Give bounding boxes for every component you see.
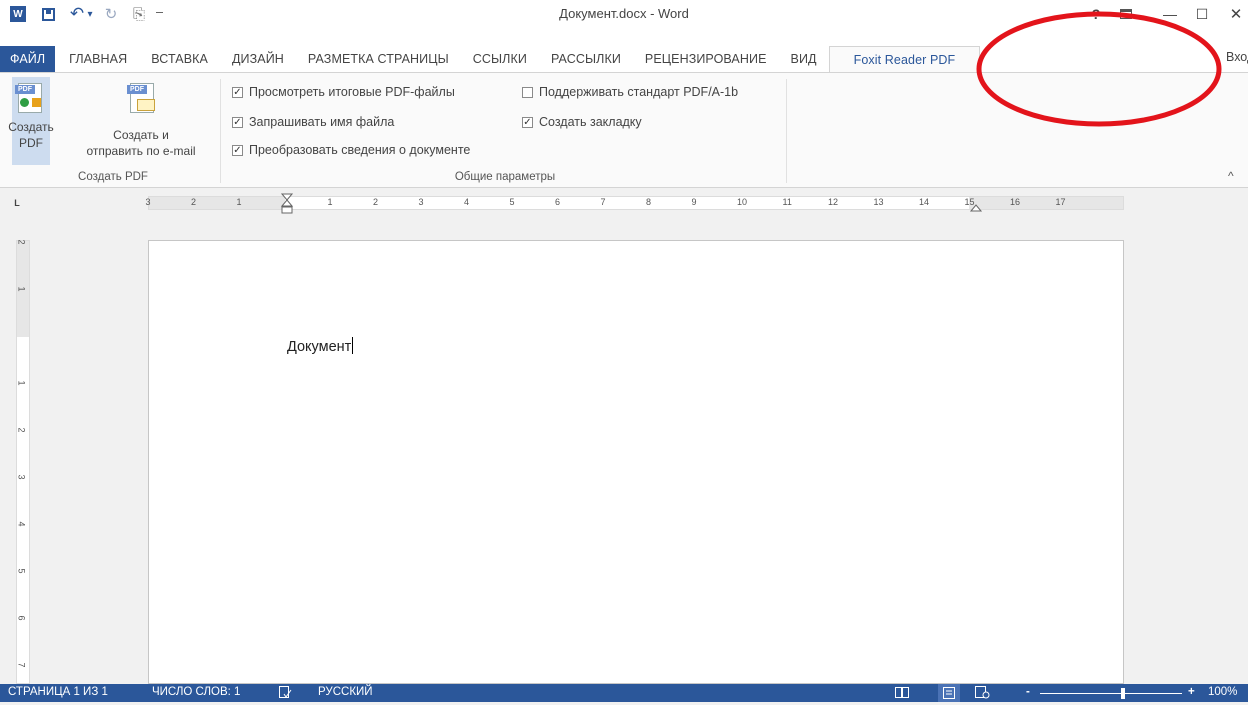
- checkbox-pdfa-1b[interactable]: [522, 86, 533, 98]
- zoom-slider-thumb[interactable]: [1121, 688, 1125, 699]
- ruler-label: 6: [555, 197, 561, 207]
- tab-design[interactable]: ДИЗАЙН: [220, 46, 296, 72]
- ruler-label: 3: [16, 474, 27, 480]
- ruler-label: 3: [418, 197, 424, 207]
- right-indent-marker[interactable]: [969, 201, 983, 215]
- group-label-create-pdf: Создать PDF: [78, 171, 148, 183]
- horizontal-ruler[interactable]: 3 2 1 1 2 3 4 5 6 7 8 9 10 11 12 13 14 15 16 17: [145, 193, 1124, 214]
- option-convert-doc-info[interactable]: ✓ Преобразовать сведения о документе: [232, 143, 470, 157]
- tab-mailings[interactable]: РАССЫЛКИ: [539, 46, 633, 72]
- ruler-label: 7: [600, 197, 606, 207]
- annotation-ellipse: [976, 11, 1222, 127]
- group-separator: [220, 79, 221, 183]
- vertical-ruler[interactable]: 2 1 1 2 3 4 5 6 7: [16, 239, 30, 684]
- ruler-label: 4: [16, 521, 27, 527]
- tab-insert[interactable]: ВСТАВКА: [139, 46, 220, 72]
- page-count[interactable]: СТРАНИЦА 1 ИЗ 1: [8, 686, 108, 698]
- ribbon-tabs: ФАЙЛ ГЛАВНАЯ ВСТАВКА ДИЗАЙН РАЗМЕТКА СТР…: [0, 46, 981, 72]
- create-pdf-button[interactable]: PDF Создать PDF: [8, 77, 54, 165]
- ruler-label: 12: [828, 197, 839, 207]
- zoom-level[interactable]: 100%: [1208, 686, 1237, 698]
- checkbox-view-pdf-results[interactable]: ✓: [232, 86, 243, 98]
- option-pdfa-1b[interactable]: Поддерживать стандарт PDF/A-1b: [522, 85, 738, 99]
- option-view-pdf-results[interactable]: ✓ Просмотреть итоговые PDF-файлы: [232, 85, 455, 99]
- create-pdf-icon: PDF: [14, 81, 48, 115]
- ruler-label: 6: [16, 615, 27, 621]
- ruler-label: 7: [16, 662, 27, 668]
- ruler-label: 13: [873, 197, 884, 207]
- zoom-in-button[interactable]: +: [1188, 686, 1195, 698]
- ruler-label: 2: [373, 197, 379, 207]
- text-caret: [352, 337, 354, 354]
- tab-selector[interactable]: L: [10, 196, 24, 210]
- ruler-label: 14: [919, 197, 930, 207]
- tab-file[interactable]: ФАЙЛ: [0, 46, 56, 72]
- indent-marker[interactable]: [280, 193, 294, 218]
- sign-in-link[interactable]: Вход: [1226, 50, 1248, 64]
- tab-review[interactable]: РЕЦЕНЗИРОВАНИЕ: [633, 46, 779, 72]
- ruler-label: 2: [16, 239, 27, 245]
- option-create-bookmark[interactable]: ✓ Создать закладку: [522, 115, 642, 129]
- web-layout-icon[interactable]: [974, 685, 990, 702]
- collapse-ribbon-icon[interactable]: ^: [1228, 169, 1234, 183]
- status-bar: СТРАНИЦА 1 ИЗ 1 ЧИСЛО СЛОВ: 1 РУССКИЙ - …: [0, 684, 1248, 702]
- ruler-label: 2: [16, 427, 27, 433]
- ruler-label: 11: [782, 197, 792, 207]
- ruler-label: 1: [16, 380, 27, 386]
- create-and-send-email-button[interactable]: PDF Создать и отправить по e-mail: [70, 77, 212, 159]
- ruler-label: 5: [16, 568, 27, 574]
- ruler-label: 1: [327, 197, 333, 207]
- tab-references[interactable]: ССЫЛКИ: [461, 46, 539, 72]
- ruler-label: 1: [16, 286, 27, 292]
- ruler-label: 16: [1010, 197, 1021, 207]
- print-layout-icon[interactable]: [938, 684, 960, 702]
- pdf-email-icon: PDF: [124, 81, 158, 115]
- document-text[interactable]: Документ: [287, 337, 354, 355]
- tab-foxit-reader-pdf[interactable]: Foxit Reader PDF: [828, 46, 981, 72]
- checkbox-prompt-file-name[interactable]: ✓: [232, 116, 243, 128]
- ruler-label: 9: [691, 197, 697, 207]
- ruler-label: 8: [646, 197, 652, 207]
- zoom-slider[interactable]: [1040, 688, 1182, 699]
- ruler-label: 17: [1055, 197, 1066, 207]
- document-page[interactable]: Документ: [148, 240, 1124, 684]
- tab-page-layout[interactable]: РАЗМЕТКА СТРАНИЦЫ: [296, 46, 461, 72]
- ruler-label: 5: [509, 197, 515, 207]
- ruler-label: 3: [145, 197, 151, 207]
- ruler-label: 10: [737, 197, 748, 207]
- group-separator: [786, 79, 787, 183]
- read-mode-icon[interactable]: [894, 685, 910, 702]
- zoom-out-button[interactable]: -: [1026, 686, 1030, 698]
- proofing-icon[interactable]: [278, 685, 292, 702]
- checkbox-convert-doc-info[interactable]: ✓: [232, 144, 243, 156]
- checkbox-create-bookmark[interactable]: ✓: [522, 116, 533, 128]
- ruler-label: 4: [464, 197, 470, 207]
- ruler-label: 2: [191, 197, 197, 207]
- ruler-label: 1: [236, 197, 242, 207]
- option-prompt-file-name[interactable]: ✓ Запрашивать имя файла: [232, 115, 394, 129]
- tab-home[interactable]: ГЛАВНАЯ: [57, 46, 139, 72]
- tab-view[interactable]: ВИД: [779, 46, 829, 72]
- close-button[interactable]: ✕: [1222, 2, 1248, 26]
- language-indicator[interactable]: РУССКИЙ: [318, 686, 373, 698]
- word-count[interactable]: ЧИСЛО СЛОВ: 1: [152, 686, 240, 698]
- vertical-scrollbar[interactable]: [1231, 218, 1248, 684]
- group-label-general-options: Общие параметры: [454, 171, 556, 183]
